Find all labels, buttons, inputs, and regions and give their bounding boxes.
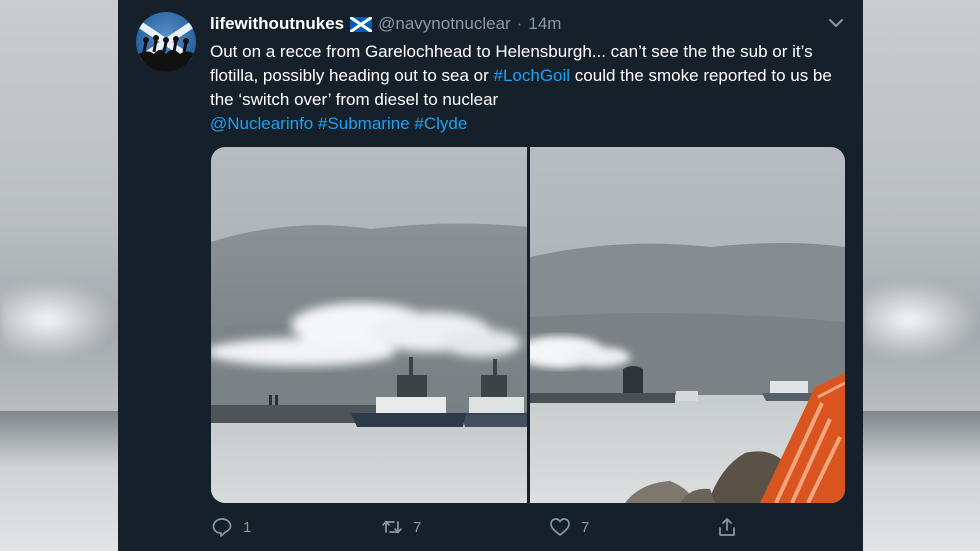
blurred-background-left xyxy=(0,0,118,551)
sea-blur xyxy=(0,411,118,551)
sea-blur xyxy=(862,411,980,551)
tweet-actions: 1 7 7 xyxy=(211,516,831,542)
display-name[interactable]: lifewithoutnukes xyxy=(210,14,344,34)
tweet-header: lifewithoutnukes @navynotnuclear · 14m xyxy=(210,12,561,36)
share-button[interactable] xyxy=(716,516,738,538)
retweet-count: 7 xyxy=(413,518,422,536)
photo-tug-boats[interactable] xyxy=(211,147,527,503)
hashtag-submarine[interactable]: #Submarine xyxy=(318,114,410,133)
photo-left-image xyxy=(211,147,527,503)
hashtag-lochgoil[interactable]: #LochGoil xyxy=(494,66,571,85)
photo-right-image xyxy=(530,147,845,503)
hashtag-clyde[interactable]: #Clyde xyxy=(414,114,467,133)
mention-nuclearinfo[interactable]: @Nuclearinfo xyxy=(210,114,313,133)
tweet-card[interactable]: lifewithoutnukes @navynotnuclear · 14m O… xyxy=(118,0,863,551)
share-icon xyxy=(719,518,735,536)
reply-count: 1 xyxy=(243,518,252,536)
like-button[interactable]: 7 xyxy=(549,516,589,538)
scotland-flag-icon xyxy=(350,16,373,32)
avatar-image xyxy=(136,19,196,72)
separator-dot: · xyxy=(516,14,523,33)
retweet-icon xyxy=(382,520,402,534)
user-handle[interactable]: @navynotnuclear xyxy=(378,14,511,34)
retweet-button[interactable]: 7 xyxy=(381,516,421,538)
smoke-haze xyxy=(862,280,980,360)
avatar[interactable] xyxy=(136,12,196,72)
tweet-timestamp[interactable]: 14m xyxy=(528,14,561,34)
like-count: 7 xyxy=(581,518,590,536)
photo-submarine[interactable] xyxy=(530,147,845,503)
heart-icon xyxy=(550,518,570,536)
chevron-down-icon[interactable] xyxy=(827,14,845,32)
smoke-haze xyxy=(0,280,118,360)
reply-icon xyxy=(212,518,232,537)
reply-button[interactable]: 1 xyxy=(211,516,251,538)
blurred-background-right xyxy=(862,0,980,551)
tweet-media[interactable] xyxy=(211,147,845,503)
tweet-text: Out on a recce from Garelochhead to Hele… xyxy=(210,40,840,136)
